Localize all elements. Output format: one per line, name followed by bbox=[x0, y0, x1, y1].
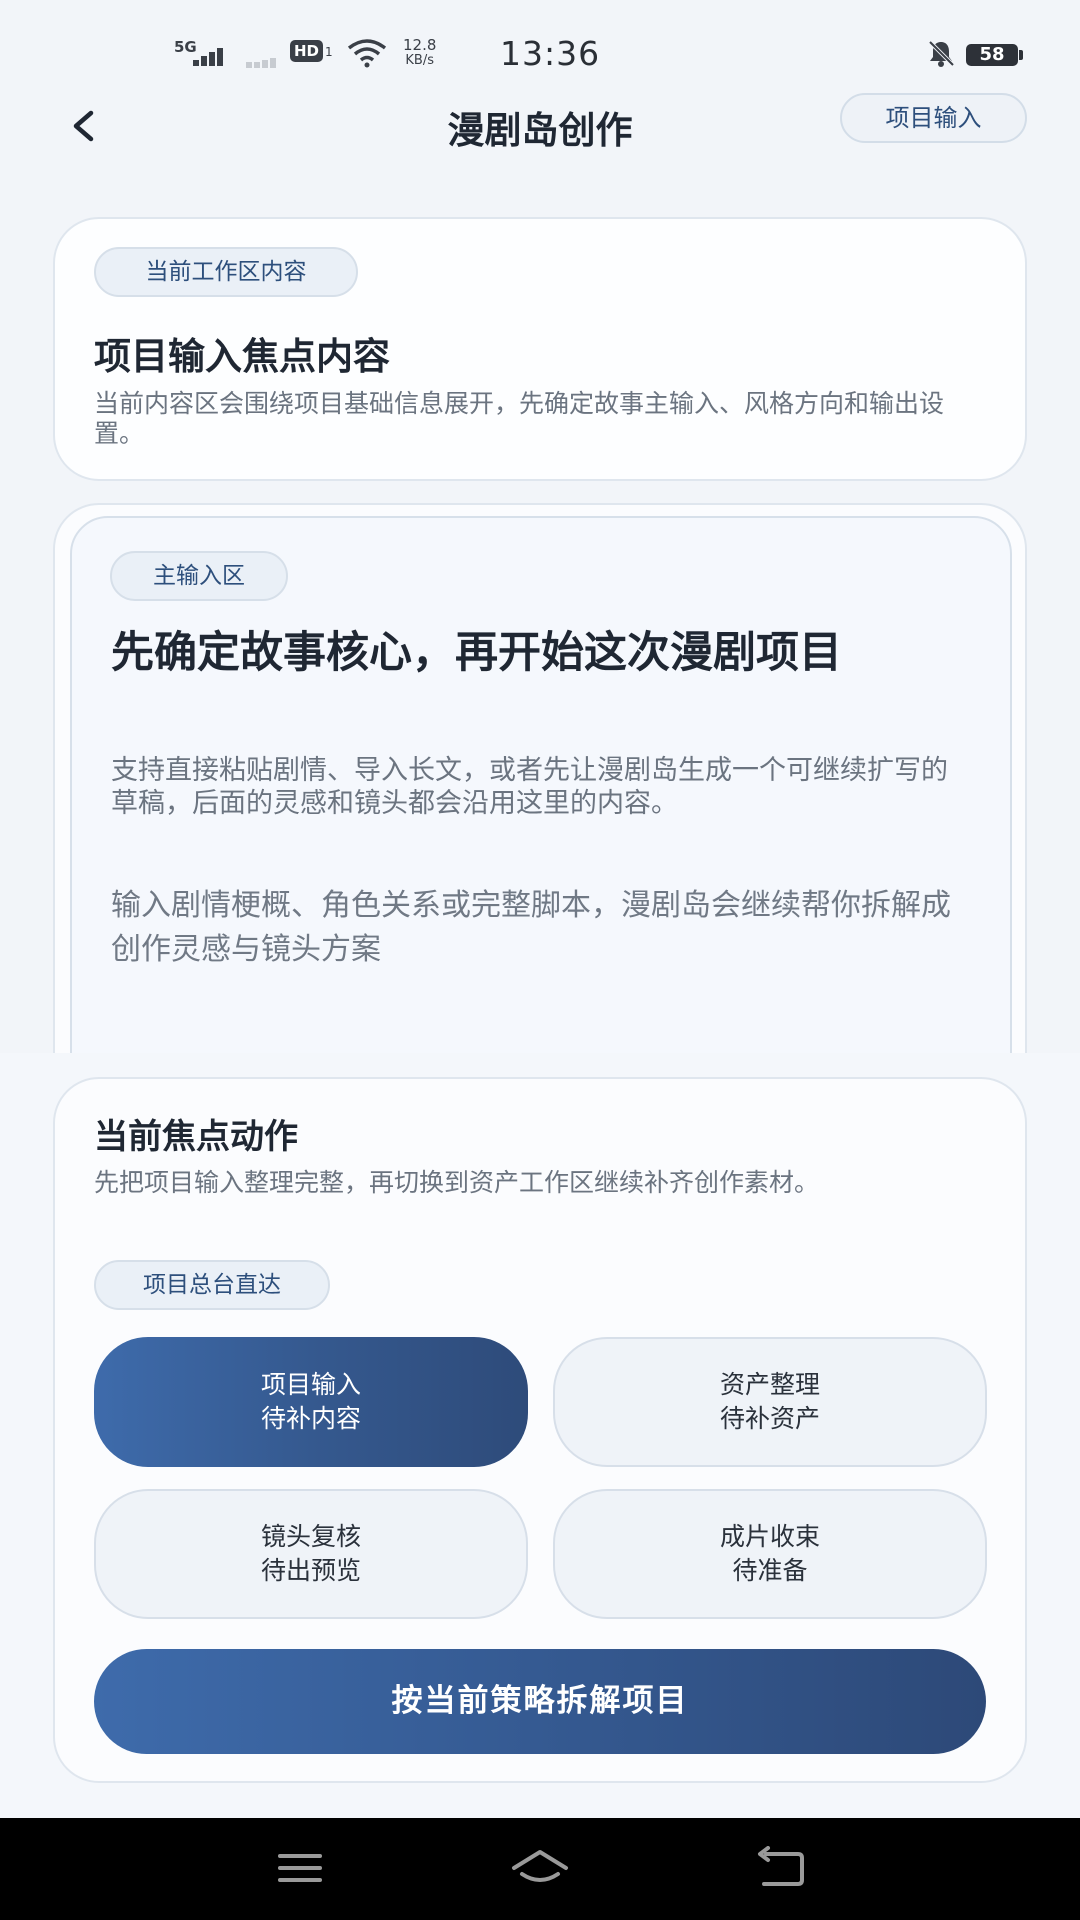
button-status: 待准备 bbox=[732, 1556, 808, 1585]
button-status: 待补内容 bbox=[260, 1404, 361, 1433]
workspace-tag: 当前工作区内容 bbox=[94, 247, 358, 297]
secondary-signal-icon bbox=[246, 44, 286, 74]
project-input-pill[interactable]: 项目输入 bbox=[840, 93, 1027, 143]
button-status: 待出预览 bbox=[260, 1556, 361, 1585]
project-input-button[interactable]: 项目输入 待补内容 bbox=[94, 1337, 528, 1467]
button-label: 镜头复核 bbox=[260, 1522, 361, 1551]
net-speed-value: 12.8 bbox=[403, 36, 437, 54]
navigation-bar bbox=[0, 1818, 1080, 1920]
wifi-icon bbox=[347, 38, 387, 72]
shot-review-button[interactable]: 镜头复核 待出预览 bbox=[94, 1489, 528, 1619]
net-speed-unit: KB/s bbox=[405, 53, 434, 68]
bell-off-icon bbox=[926, 38, 956, 72]
workspace-title: 项目输入焦点内容 bbox=[94, 335, 390, 378]
asset-organize-button[interactable]: 资产整理 待补资产 bbox=[553, 1337, 987, 1467]
hd-label: HD bbox=[290, 40, 324, 62]
button-label: 成片收束 bbox=[719, 1522, 820, 1551]
main-input-tag: 主输入区 bbox=[110, 551, 288, 601]
hd-sub-label: 1 bbox=[325, 45, 333, 59]
button-label: 资产整理 bbox=[719, 1370, 820, 1399]
status-time: 13:36 bbox=[500, 34, 601, 73]
battery-level: 58 bbox=[979, 44, 1005, 65]
hd-icon: HD 1 bbox=[290, 40, 333, 62]
net-speed: 12.8 KB/s bbox=[403, 36, 437, 69]
final-cut-button[interactable]: 成片收束 待准备 bbox=[553, 1489, 987, 1619]
home-icon[interactable] bbox=[510, 1846, 570, 1894]
main-input-title: 先确定故事核心，再开始这次漫剧项目 bbox=[111, 628, 842, 678]
decompose-project-button[interactable]: 按当前策略拆解项目 bbox=[94, 1649, 986, 1754]
button-status: 待补资产 bbox=[719, 1404, 820, 1433]
back-icon[interactable] bbox=[754, 1846, 806, 1894]
button-label: 项目输入 bbox=[260, 1370, 361, 1399]
console-shortcut-tag: 项目总台直达 bbox=[94, 1260, 330, 1310]
status-bar: 5G HD 1 12.8 KB/s 13:36 58 bbox=[0, 0, 1080, 100]
battery-icon: 58 bbox=[966, 44, 1023, 66]
menu-icon[interactable] bbox=[276, 1846, 324, 1894]
focus-action-description: 先把项目输入整理完整，再切换到资产工作区继续补齐创作素材。 bbox=[94, 1168, 820, 1197]
focus-action-title: 当前焦点动作 bbox=[94, 1117, 298, 1157]
main-input-description: 支持直接粘贴剧情、导入长文，或者先让漫剧岛生成一个可继续扩写的草稿，后面的灵感和… bbox=[111, 755, 948, 819]
workspace-description: 当前内容区会围绕项目基础信息展开，先确定故事主输入、风格方向和输出设置。 bbox=[94, 389, 945, 448]
story-input-placeholder[interactable]: 输入剧情梗概、角色关系或完整脚本，漫剧岛会继续帮你拆解成创作灵感与镜头方案 bbox=[111, 884, 971, 972]
signal-bars bbox=[193, 48, 223, 66]
